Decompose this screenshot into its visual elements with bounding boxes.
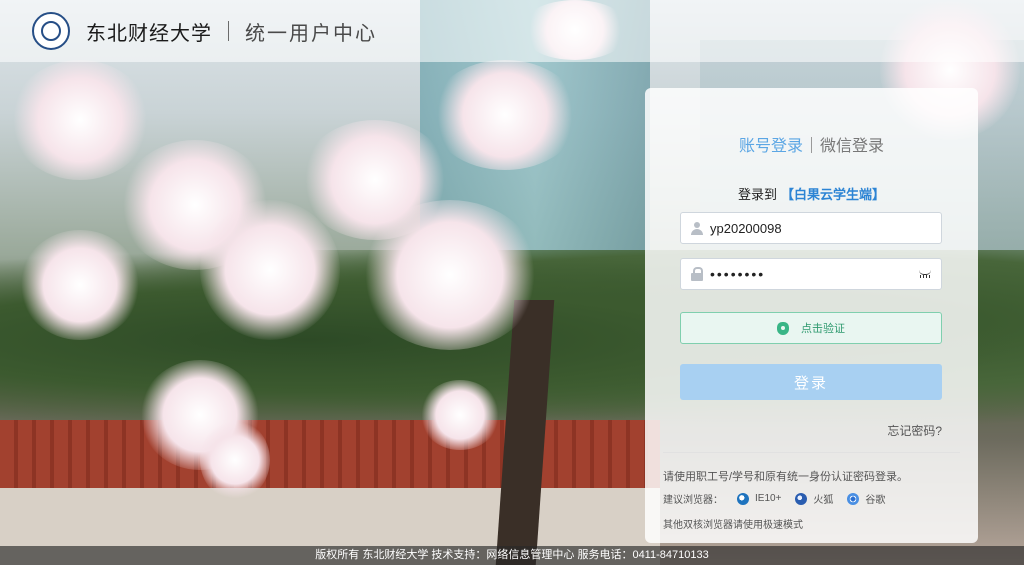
chrome-icon (847, 492, 860, 505)
lock-icon (690, 267, 704, 281)
username-value[interactable]: yp20200098 (710, 221, 941, 236)
header-divider (228, 21, 229, 41)
system-name: 统一用户中心 (245, 22, 377, 45)
login-panel: 账号登录 微信登录 登录到 【白果云学生端】 yp20200098 ••••••••… (645, 88, 978, 543)
shield-icon (777, 321, 789, 335)
browser-firefox-label: 火狐 (813, 495, 834, 506)
app-name: 【白果云学生端】 (781, 187, 886, 202)
verify-label: 点击验证 (801, 323, 845, 335)
browser-firefox: 火狐 (795, 491, 833, 506)
login-tabs: 账号登录 微信登录 (645, 132, 978, 156)
browser-ie-label: IE10+ (755, 493, 782, 504)
login-target: 登录到 【白果云学生端】 (645, 184, 978, 203)
university-name: 东北财经大学 (86, 22, 212, 45)
ie-icon (737, 492, 749, 505)
browser-chrome: 谷歌 (847, 491, 885, 506)
dual-core-note: 其他双核浏览器请使用极速模式 (663, 520, 803, 531)
verify-button[interactable]: 点击验证 (680, 312, 942, 344)
password-value[interactable]: •••••••• (710, 266, 919, 282)
login-to-label: 登录到 (737, 187, 777, 202)
tab-wechat-login[interactable]: 微信登录 (820, 138, 884, 155)
username-field[interactable]: yp20200098 (680, 212, 942, 244)
firefox-icon (795, 492, 808, 505)
footer: 版权所有 东北财经大学 技术支持：网络信息管理中心 服务电话：0411-8471… (0, 546, 1024, 565)
browser-recommendation: 建议浏览器： IE10+ 火狐 谷歌 (663, 491, 885, 506)
top-header: 东北财经大学 统一用户中心 (0, 0, 1024, 62)
user-icon (690, 221, 704, 235)
password-field[interactable]: •••••••• (680, 258, 942, 290)
forgot-password-link[interactable]: 忘记密码? (887, 422, 942, 439)
login-note: 请使用职工号/学号和原有统一身份认证密码登录。 (663, 471, 909, 483)
browser-chrome-label: 谷歌 (865, 495, 886, 506)
browser-ie: IE10+ (737, 492, 782, 505)
login-button[interactable]: 登录 (680, 364, 942, 400)
tab-divider (811, 137, 812, 153)
eye-closed-icon[interactable] (919, 270, 933, 278)
panel-divider (663, 452, 960, 453)
browsers-label: 建议浏览器： (663, 495, 723, 506)
university-logo-icon (32, 12, 70, 50)
tab-account-login[interactable]: 账号登录 (739, 138, 803, 155)
